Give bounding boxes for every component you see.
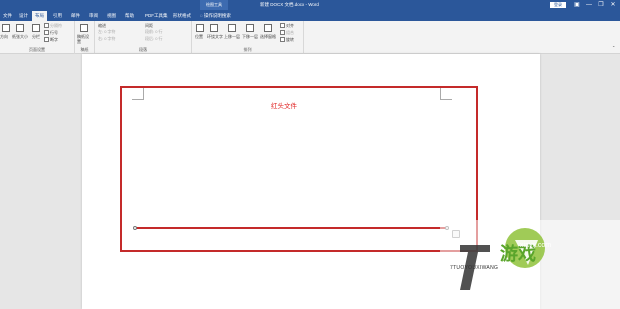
send-backward-icon [246, 24, 254, 32]
tab-pdf-tools[interactable]: PDF工具集 [142, 11, 171, 21]
draft-paper-settings-button[interactable]: 稿纸设置 [77, 34, 91, 44]
group-page-setup: 方向 纸张大小 分栏 分隔符 行号 断字 页面设置 [0, 21, 75, 54]
minimize-button[interactable]: — [584, 0, 594, 10]
indent-label: 缩进 [98, 23, 106, 28]
columns-icon [32, 24, 40, 32]
draft-paper-icon [80, 24, 88, 32]
orientation-icon [2, 24, 10, 32]
collapse-ribbon-icon[interactable]: ⌃ [612, 45, 615, 50]
drawing-tools-context-label: 绘图工具 [200, 0, 228, 10]
tab-references[interactable]: 引用 [50, 11, 65, 21]
tab-help[interactable]: 帮助 [122, 11, 137, 21]
tab-mailings[interactable]: 邮件 [68, 11, 83, 21]
send-backward-button[interactable]: 下移一层 [242, 34, 258, 39]
line-start-handle[interactable] [133, 226, 137, 230]
tell-me-label: 操作说明搜索 [203, 13, 231, 18]
align-label: 对齐 [286, 23, 294, 28]
rotate-icon [280, 37, 285, 43]
spacing-before-label: 段前: 0 行 [145, 29, 163, 34]
tab-view[interactable]: 视图 [104, 11, 119, 21]
ribbon-display-options-icon[interactable]: ▣ [572, 0, 582, 10]
title-bar: 绘图工具 新建 DOCX 文档.docx - Word 登录 ▣ — ❐ ✕ [0, 0, 620, 10]
bring-forward-button[interactable]: 上移一层 [224, 34, 240, 39]
rotate-label: 旋转 [286, 37, 294, 42]
position-button[interactable]: 位置 [195, 34, 203, 39]
selection-pane-icon [264, 24, 272, 32]
spacing-label: 间距 [145, 23, 153, 28]
group-label-paragraph: 段落 [139, 47, 147, 52]
ribbon: 方向 纸张大小 分栏 分隔符 行号 断字 页面设置 稿纸设置 稿纸 缩进 左: … [0, 21, 620, 54]
tab-design[interactable]: 设计 [16, 11, 31, 21]
group-objects-label: 组合 [286, 30, 294, 35]
tell-me-search[interactable]: ◌ 操作说明搜索 [200, 11, 231, 21]
rotate-button[interactable]: 旋转 [280, 37, 294, 43]
hyphenation-label: 断字 [50, 37, 58, 42]
spacing-after-label: 段后: 0 行 [145, 36, 163, 41]
group-objects-icon [280, 30, 285, 36]
position-icon [196, 24, 204, 32]
line-numbers-icon [44, 30, 49, 36]
line-numbers-button[interactable]: 行号 [44, 30, 58, 36]
group-label-draft-paper: 稿纸 [80, 47, 89, 52]
group-paragraph: 缩进 左: 0 字符 右: 0 字符 间距 段前: 0 行 段后: 0 行 段落 [95, 21, 192, 54]
close-button[interactable]: ✕ [608, 0, 618, 10]
wrap-text-button[interactable]: 环绕文字 [207, 34, 223, 39]
red-horizontal-line[interactable] [135, 227, 447, 229]
indent-left-label: 左: 0 字符 [98, 29, 116, 34]
tab-shape-format[interactable]: 形状格式 [170, 11, 194, 21]
restore-button[interactable]: ❐ [596, 0, 606, 10]
spacing-before-field[interactable]: 段前: 0 行 [145, 29, 163, 34]
group-label-arrange: 排列 [243, 47, 252, 52]
spacing-after-field[interactable]: 段后: 0 行 [145, 36, 163, 41]
ribbon-tabs: 文件 设计 布局 引用 邮件 审阅 视图 帮助 PDF工具集 形状格式 ◌ 操作… [0, 10, 620, 21]
indent-right-label: 右: 0 字符 [98, 36, 116, 41]
breaks-button[interactable]: 分隔符 [44, 23, 62, 29]
group-arrange: 位置 环绕文字 上移一层 下移一层 选择窗格 对齐 组合 旋转 排列 [192, 21, 304, 54]
hyphenation-button[interactable]: 断字 [44, 37, 58, 43]
breaks-icon [44, 23, 49, 29]
wrap-text-icon [210, 24, 218, 32]
document-title: 新建 DOCX 文档.docx - Word [260, 2, 319, 7]
red-header-title: 红头文件 [271, 103, 297, 110]
breaks-label: 分隔符 [50, 23, 62, 28]
tab-layout[interactable]: 布局 [32, 11, 47, 21]
tab-file[interactable]: 文件 [0, 11, 15, 21]
align-icon [280, 23, 285, 29]
watermark-site: xiayx.com [520, 242, 552, 249]
align-button[interactable]: 对齐 [280, 23, 294, 29]
tab-review[interactable]: 审阅 [86, 11, 101, 21]
login-button[interactable]: 登录 [550, 2, 566, 8]
hyphenation-icon [44, 37, 49, 43]
watermark-brand-en: 7TUOYOUXIWANG [450, 265, 499, 271]
selection-pane-button[interactable]: 选择窗格 [260, 34, 276, 39]
group-objects-button[interactable]: 组合 [280, 30, 294, 36]
orientation-button[interactable]: 方向 [0, 34, 8, 39]
bring-forward-icon [228, 24, 236, 32]
line-numbers-label: 行号 [50, 30, 58, 35]
group-draft-paper: 稿纸设置 稿纸 [75, 21, 95, 54]
group-label-page-setup: 页面设置 [29, 47, 45, 52]
indent-left-field[interactable]: 左: 0 字符 [98, 29, 116, 34]
indent-right-field[interactable]: 右: 0 字符 [98, 36, 116, 41]
watermark-logo: 游戏 7TUOYOUXIWANG xiayx.com [420, 220, 620, 309]
paper-size-icon [16, 24, 24, 32]
columns-button[interactable]: 分栏 [32, 34, 40, 39]
paper-size-button[interactable]: 纸张大小 [12, 34, 28, 39]
